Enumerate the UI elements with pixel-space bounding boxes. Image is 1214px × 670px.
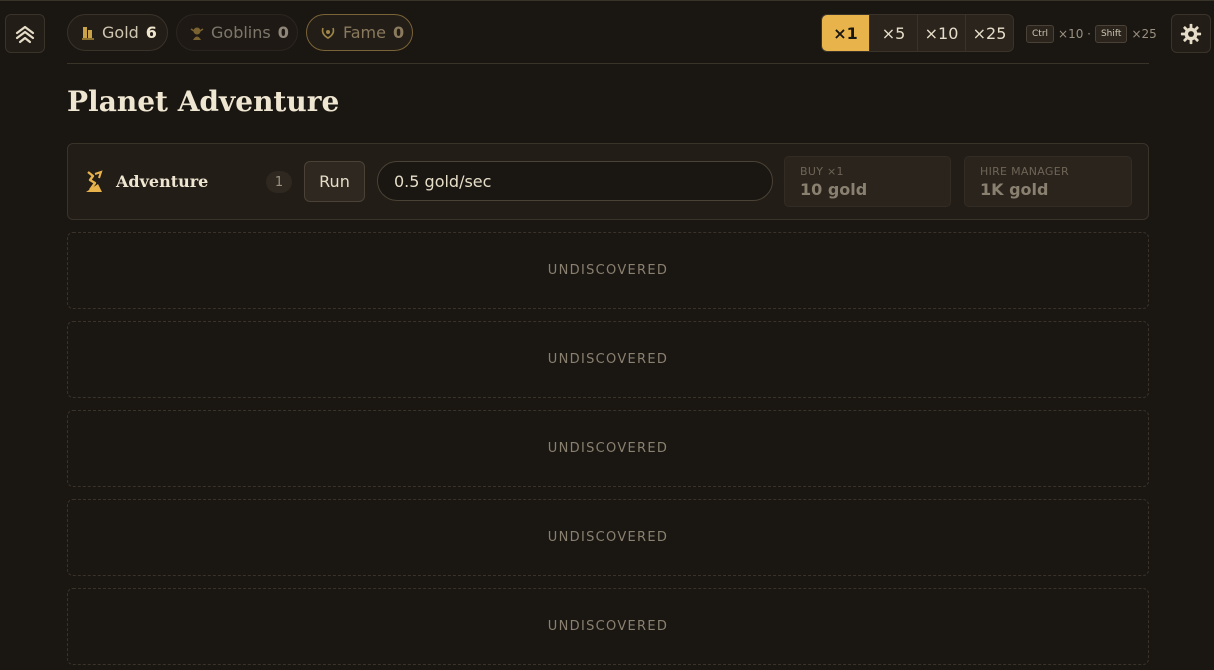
multiplier-x10-button[interactable]: ×10 xyxy=(917,15,965,51)
business-row-adventure: Adventure 1 Run 0.5 gold/sec BUY ×1 10 g… xyxy=(67,143,1149,220)
hotkey-hint: Ctrl ×10 · Shift ×25 xyxy=(1026,24,1157,44)
fame-resource: Fame 0 xyxy=(306,14,413,51)
laurel-icon xyxy=(321,27,335,39)
manager-cost: 1K gold xyxy=(980,180,1049,199)
header-divider xyxy=(67,63,1149,64)
game-screen: Gold 6 Goblins 0 Fame 0 ×1 ×5 ×10 ×25 Ct… xyxy=(0,0,1214,670)
shift-key: Shift xyxy=(1094,25,1128,43)
hire-manager-button[interactable]: HIRE MANAGER 1K gold xyxy=(964,156,1132,207)
buy-caption: BUY ×1 xyxy=(800,165,844,178)
gear-icon xyxy=(1180,23,1202,44)
buy-cost: 10 gold xyxy=(800,180,868,199)
settings-button[interactable] xyxy=(1171,14,1211,53)
undiscovered-slot: UNDISCOVERED xyxy=(67,499,1149,576)
undiscovered-slot: UNDISCOVERED xyxy=(67,321,1149,398)
chevrons-up-icon xyxy=(15,25,35,43)
goblins-label: Goblins xyxy=(211,23,271,42)
multiplier-x1-button[interactable]: ×1 xyxy=(822,15,869,51)
business-owned-count: 1 xyxy=(266,171,292,193)
undiscovered-slot: UNDISCOVERED xyxy=(67,588,1149,665)
goblin-icon xyxy=(190,27,204,40)
buy-multiplier-selector: ×1 ×5 ×10 ×25 xyxy=(821,14,1014,52)
multiplier-x5-button[interactable]: ×5 xyxy=(869,15,917,51)
gold-coins-icon xyxy=(82,26,94,40)
shift-value: ×25 xyxy=(1131,27,1157,41)
gold-label: Gold xyxy=(102,23,139,42)
undiscovered-slot: UNDISCOVERED xyxy=(67,410,1149,487)
business-name: Adventure xyxy=(116,172,209,191)
ctrl-value: ×10 · xyxy=(1058,27,1091,41)
goblins-value: 0 xyxy=(277,23,289,42)
manager-caption: HIRE MANAGER xyxy=(980,165,1069,178)
page-title: Planet Adventure xyxy=(67,85,340,118)
multiplier-x25-button[interactable]: ×25 xyxy=(965,15,1013,51)
business-progress-bar: 0.5 gold/sec xyxy=(377,161,773,201)
gold-resource: Gold 6 xyxy=(67,14,168,51)
fame-value: 0 xyxy=(392,23,405,42)
ctrl-key: Ctrl xyxy=(1026,25,1055,43)
buy-button[interactable]: BUY ×1 10 gold xyxy=(784,156,951,207)
run-button[interactable]: Run xyxy=(304,161,365,202)
adventure-icon xyxy=(86,170,103,192)
fame-label: Fame xyxy=(343,23,386,42)
business-rate: 0.5 gold/sec xyxy=(394,172,492,191)
menu-button[interactable] xyxy=(5,14,45,53)
undiscovered-slot: UNDISCOVERED xyxy=(67,232,1149,309)
gold-value: 6 xyxy=(145,23,157,42)
goblins-resource: Goblins 0 xyxy=(176,14,298,51)
